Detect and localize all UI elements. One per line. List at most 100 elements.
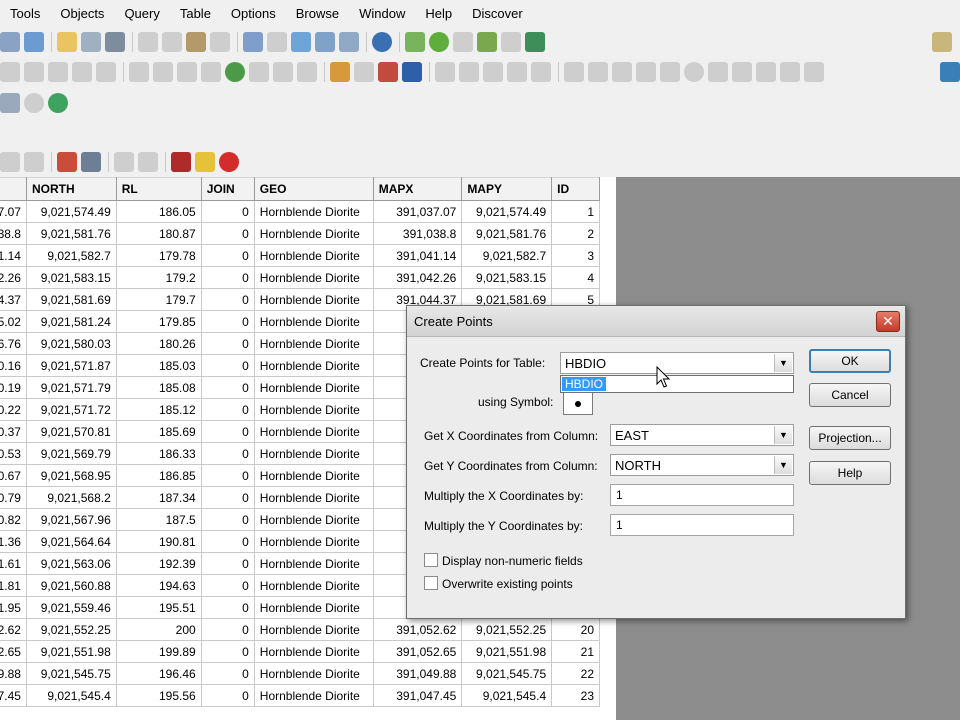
- table-cell[interactable]: 1.61: [0, 552, 27, 575]
- table-cell[interactable]: 9,021,563.06: [25, 552, 117, 575]
- table-cell[interactable]: 185.12: [115, 398, 202, 421]
- table-cell[interactable]: 9,021,583.15: [25, 266, 117, 289]
- rounded-rectangle-tool-icon[interactable]: [732, 62, 752, 82]
- text-tool-icon[interactable]: [756, 62, 776, 82]
- new-browser-icon[interactable]: [243, 32, 263, 52]
- paste-icon[interactable]: [186, 32, 206, 52]
- menu-discover[interactable]: Discover: [462, 0, 533, 27]
- table-cell[interactable]: 0: [200, 508, 255, 531]
- table-cell[interactable]: 9,021,560.88: [25, 574, 117, 597]
- table-cell[interactable]: 9,021,545.75: [461, 662, 553, 685]
- run-tool-icon[interactable]: [0, 93, 20, 113]
- table-cell[interactable]: 0: [200, 552, 255, 575]
- table-cell[interactable]: 9,021,569.79: [25, 442, 117, 465]
- menu-table[interactable]: Table: [170, 0, 221, 27]
- ruler-icon[interactable]: [297, 62, 317, 82]
- symbol-button[interactable]: [563, 392, 593, 415]
- table-cell[interactable]: 9,021,559.46: [25, 596, 117, 619]
- select-icon[interactable]: [0, 62, 20, 82]
- table-cell[interactable]: 187.5: [115, 508, 202, 531]
- statistics-icon[interactable]: [477, 32, 497, 52]
- table-cell[interactable]: 391,052.62: [372, 618, 463, 641]
- column-header[interactable]: ID: [551, 177, 600, 201]
- section-icon[interactable]: [171, 152, 191, 172]
- table-cell[interactable]: Hornblende Diorite: [253, 684, 374, 707]
- table-select[interactable]: HBDIO ▼: [560, 352, 794, 374]
- table-cell[interactable]: 0.22: [0, 398, 27, 421]
- copy-icon[interactable]: [162, 32, 182, 52]
- table-cell[interactable]: 9,021,552.25: [25, 618, 117, 641]
- table-cell[interactable]: Hornblende Diorite: [253, 442, 374, 465]
- table-cell[interactable]: 199.89: [115, 640, 202, 663]
- table-cell[interactable]: 179.7: [115, 288, 202, 311]
- table-cell[interactable]: 9,021,545.4: [461, 684, 553, 707]
- table-cell[interactable]: 6.76: [0, 332, 27, 355]
- dialog-title-bar[interactable]: Create Points ✕: [407, 306, 905, 337]
- clip-region-icon[interactable]: [354, 62, 374, 82]
- menu-help[interactable]: Help: [415, 0, 462, 27]
- ellipse-tool-icon[interactable]: [684, 62, 704, 82]
- chevron-down-icon[interactable]: ▼: [774, 426, 792, 444]
- table-cell[interactable]: 0: [200, 332, 255, 355]
- multiply-x-input[interactable]: 1: [610, 484, 794, 506]
- grabber-icon[interactable]: [201, 62, 221, 82]
- table-cell[interactable]: 9,021,552.25: [461, 618, 553, 641]
- table-cell[interactable]: 0: [200, 310, 255, 333]
- hole-tool-icon[interactable]: [24, 152, 44, 172]
- table-cell[interactable]: 180.26: [115, 332, 202, 355]
- catalog-browser-icon[interactable]: [24, 93, 44, 113]
- new-layout-icon[interactable]: [315, 32, 335, 52]
- connect-icon[interactable]: [138, 152, 158, 172]
- zoom-out-icon[interactable]: [153, 62, 173, 82]
- table-cell[interactable]: 186.85: [115, 464, 202, 487]
- table-cell[interactable]: 0: [200, 442, 255, 465]
- table-cell[interactable]: 9,021,574.49: [461, 200, 553, 223]
- table-cell[interactable]: 7.07: [0, 200, 27, 223]
- table-cell[interactable]: 20: [551, 618, 600, 641]
- polygon-select-icon[interactable]: [72, 62, 92, 82]
- y-column-select[interactable]: NORTH ▼: [610, 454, 794, 476]
- chevron-down-icon[interactable]: ▼: [774, 354, 792, 372]
- symbol-tool-icon[interactable]: [564, 62, 584, 82]
- table-cell[interactable]: 180.87: [115, 222, 202, 245]
- table-cell[interactable]: Hornblende Diorite: [253, 464, 374, 487]
- menu-tools[interactable]: Tools: [0, 0, 50, 27]
- table-cell[interactable]: Hornblende Diorite: [253, 332, 374, 355]
- table-cell[interactable]: 0: [200, 376, 255, 399]
- close-button[interactable]: ✕: [876, 311, 900, 332]
- new-grapher-icon[interactable]: [291, 32, 311, 52]
- map-options-icon[interactable]: [453, 32, 473, 52]
- table-cell[interactable]: 0: [200, 574, 255, 597]
- table-cell[interactable]: 0: [200, 640, 255, 663]
- marquee-select-icon[interactable]: [24, 62, 44, 82]
- frame-icon[interactable]: [507, 62, 527, 82]
- tool-extra-icon[interactable]: [940, 62, 960, 82]
- menu-browse[interactable]: Browse: [286, 0, 349, 27]
- help-button[interactable]: Help: [809, 461, 891, 485]
- column-header[interactable]: GEO: [253, 177, 374, 201]
- chevron-down-icon[interactable]: ▼: [774, 456, 792, 474]
- table-cell[interactable]: 391,041.14: [372, 244, 463, 267]
- column-header[interactable]: MAPX: [372, 177, 463, 201]
- table-cell[interactable]: 0: [200, 244, 255, 267]
- column-header[interactable]: [0, 177, 27, 201]
- table-cell[interactable]: 0: [200, 420, 255, 443]
- table-cell[interactable]: 1.36: [0, 530, 27, 553]
- table-cell[interactable]: Hornblende Diorite: [253, 288, 374, 311]
- table-cell[interactable]: 0: [200, 684, 255, 707]
- drag-map-icon[interactable]: [273, 62, 293, 82]
- table-cell[interactable]: 9,021,568.95: [25, 464, 117, 487]
- table-cell[interactable]: 391,049.88: [372, 662, 463, 685]
- print-icon[interactable]: [105, 32, 125, 52]
- table-cell[interactable]: 0: [200, 288, 255, 311]
- table-cell[interactable]: 1.81: [0, 574, 27, 597]
- menu-objects[interactable]: Objects: [50, 0, 114, 27]
- column-header[interactable]: MAPY: [461, 177, 553, 201]
- menu-window[interactable]: Window: [349, 0, 415, 27]
- table-cell[interactable]: 0: [200, 222, 255, 245]
- table-cell[interactable]: Hornblende Diorite: [253, 244, 374, 267]
- table-cell[interactable]: 185.08: [115, 376, 202, 399]
- table-cell[interactable]: 391,047.45: [372, 684, 463, 707]
- table-cell[interactable]: 9,021,574.49: [25, 200, 117, 223]
- table-cell[interactable]: 9,021,545.75: [25, 662, 117, 685]
